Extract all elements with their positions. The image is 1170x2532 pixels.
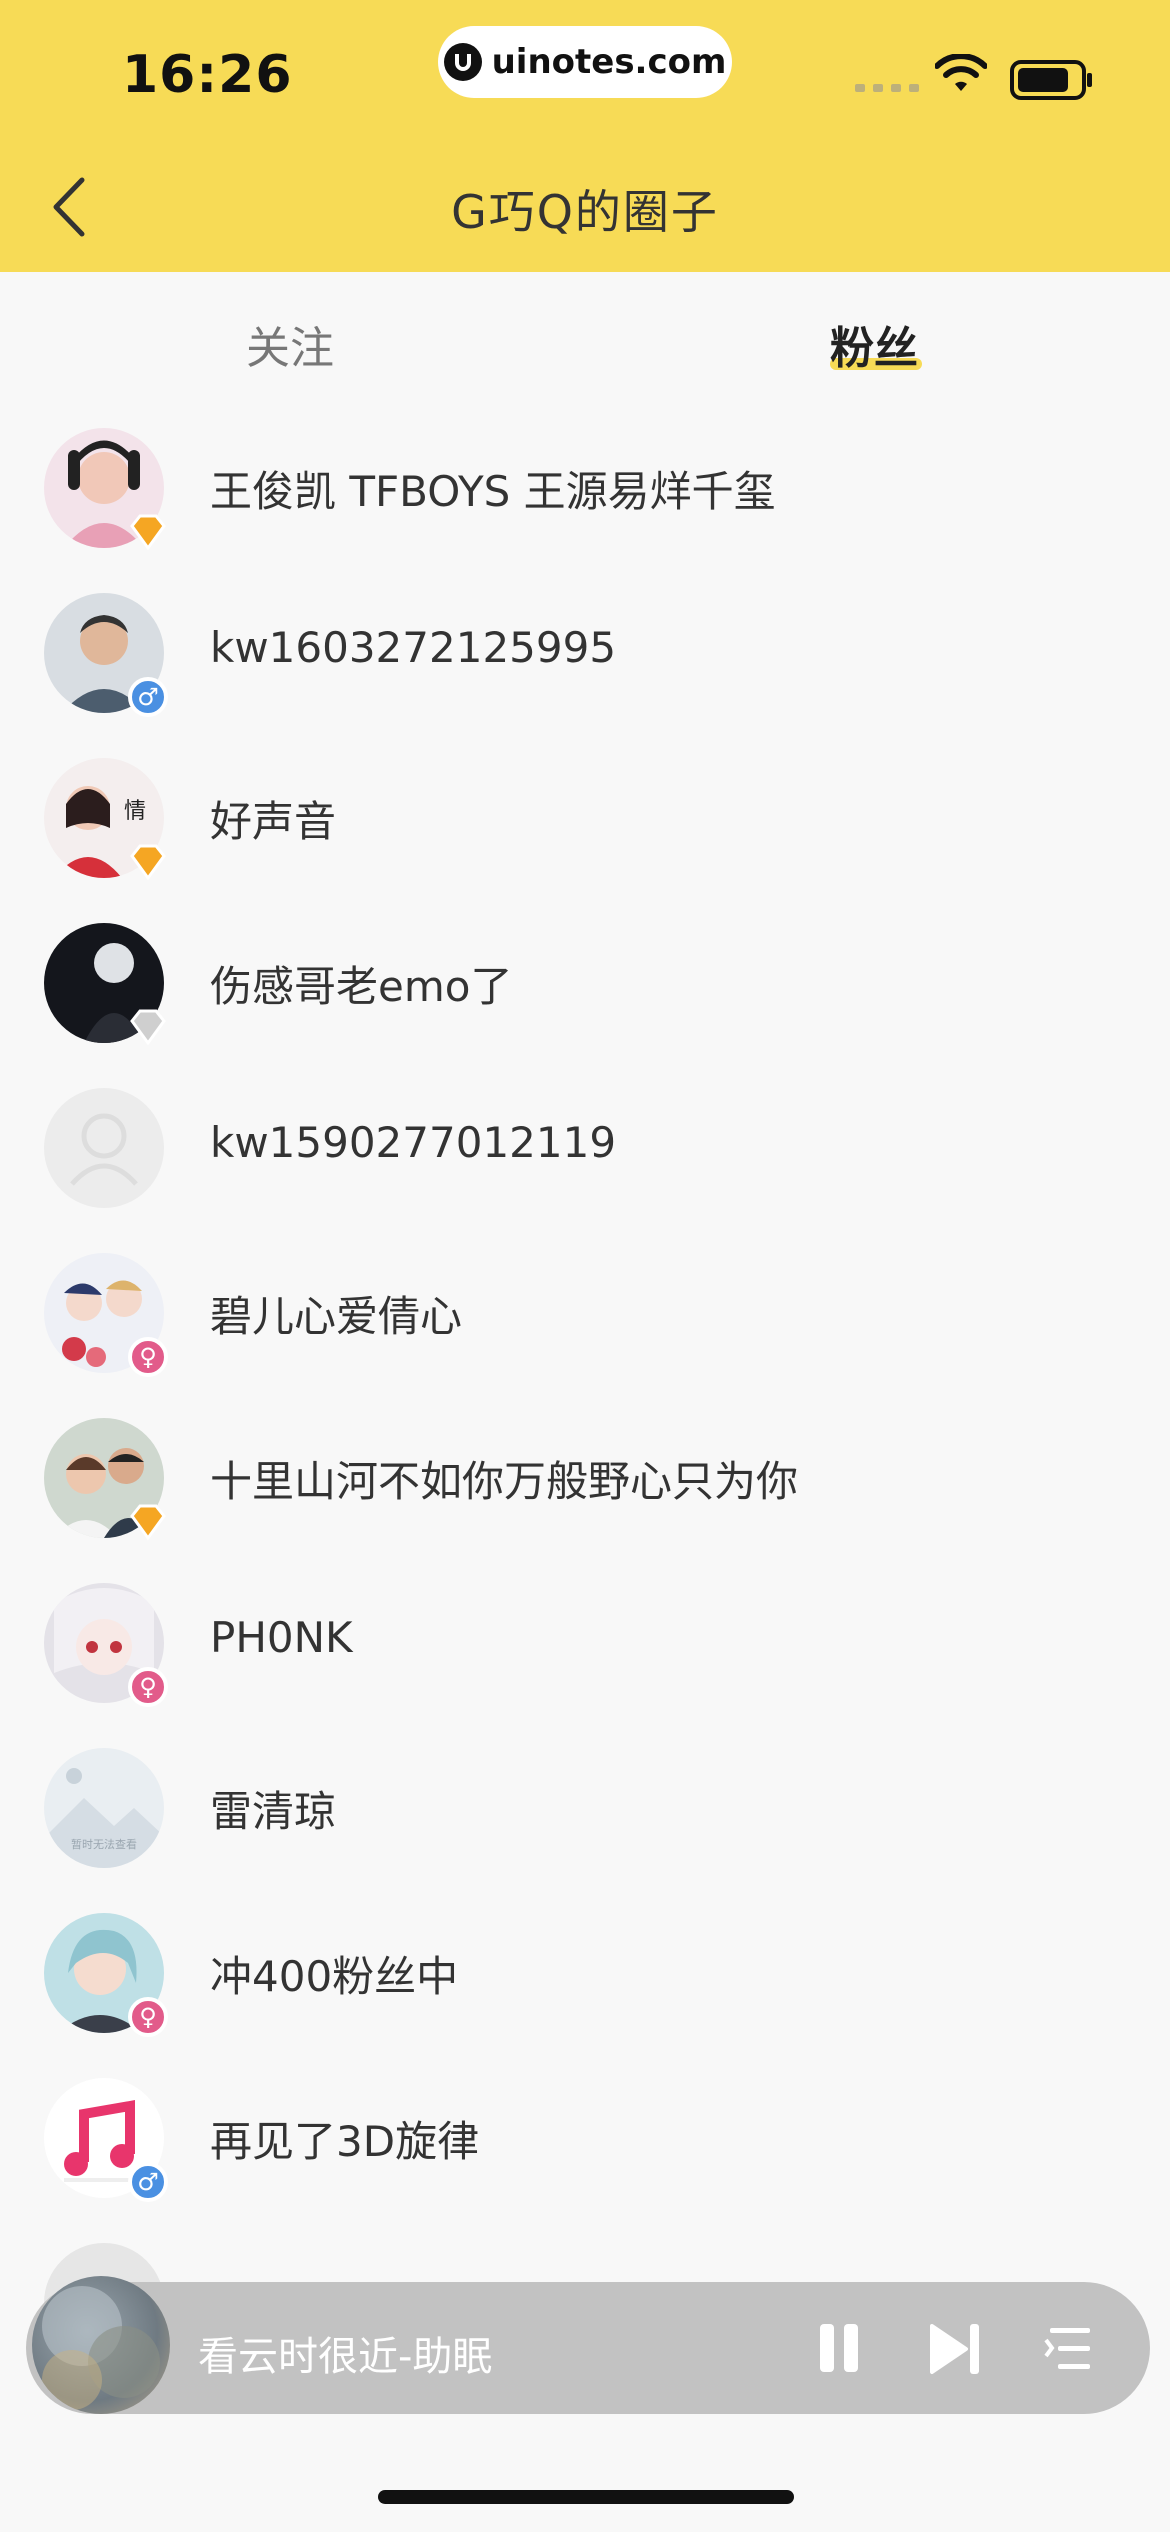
list-item[interactable]: kw1590277012119 [0, 1080, 1170, 1245]
tab-follow-label: 关注 [246, 323, 334, 374]
vip-gold-icon [128, 1502, 168, 1542]
vip-gold-icon [128, 512, 168, 552]
fan-name: kw1590277012119 [210, 1118, 617, 1167]
url-pill[interactable]: uinotes.com [438, 26, 732, 98]
fan-name: 碧儿心爱倩心 [210, 1292, 463, 1341]
fan-name: 十里山河不如你万般野心只为你 [210, 1457, 799, 1506]
fan-name: 再见了3D旋律 [210, 2117, 480, 2166]
wifi-icon [935, 54, 987, 91]
vip-gold-icon [128, 842, 168, 882]
fan-name: kw1603272125995 [210, 623, 617, 672]
list-item[interactable]: ♀ 碧儿心爱倩心 [0, 1245, 1170, 1410]
list-item[interactable]: ♂ kw1603272125995 [0, 585, 1170, 750]
uinotes-logo-icon [443, 43, 482, 81]
header: 16:26 uinotes.com G巧Q的圈子 [0, 0, 1170, 272]
default-avatar-icon[interactable] [44, 1088, 164, 1208]
svg-text:情: 情 [124, 799, 146, 824]
mini-player[interactable]: 看云时很近-助眠 [26, 2276, 1150, 2414]
url-text: uinotes.com [491, 42, 727, 82]
female-gender-icon: ♀ [128, 1337, 168, 1377]
vip-silver-icon [128, 1007, 168, 1047]
male-gender-icon: ♂ [128, 677, 168, 717]
fan-name: PH0NK [210, 1613, 353, 1662]
player-track-title: 看云时很近-助眠 [198, 2334, 493, 2380]
list-item[interactable]: 情 好声音 [0, 750, 1170, 915]
male-gender-icon: ♂ [128, 2162, 168, 2202]
fan-name: 好声音 [210, 797, 337, 846]
list-item[interactable]: ♀ PH0NK [0, 1575, 1170, 1740]
avatar-unavailable-text: 暂时无法查看 [71, 1837, 137, 1851]
player-cover-art[interactable] [32, 2276, 170, 2414]
fan-name: 伤感哥老emo了 [210, 962, 513, 1011]
list-item[interactable]: 王俊凯 TFBOYS 王源易烊千玺 [0, 420, 1170, 585]
pause-icon[interactable] [812, 2320, 868, 2376]
tab-follow[interactable]: 关注 [246, 312, 334, 376]
tab-fans-label: 粉丝 [830, 323, 918, 374]
list-item[interactable]: 伤感哥老emo了 [0, 915, 1170, 1080]
female-gender-icon: ♀ [128, 1997, 168, 2037]
playlist-icon[interactable] [1044, 2324, 1094, 2374]
battery-icon [1010, 60, 1092, 100]
next-track-icon[interactable] [928, 2322, 984, 2376]
home-indicator [378, 2490, 794, 2504]
female-gender-icon: ♀ [128, 1667, 168, 1707]
signal-icon [855, 84, 919, 92]
page-title: G巧Q的圈子 [451, 185, 719, 239]
list-item[interactable]: 暂时无法查看 雷清琼 [0, 1740, 1170, 1905]
avatar-unavailable[interactable]: 暂时无法查看 [44, 1748, 164, 1868]
tab-fans[interactable]: 粉丝 [830, 312, 918, 376]
fan-name: 冲400粉丝中 [210, 1952, 459, 2001]
fan-name: 雷清琼 [210, 1787, 337, 1836]
list-item[interactable]: 十里山河不如你万般野心只为你 [0, 1410, 1170, 1575]
tab-bar: 关注 粉丝 [0, 272, 1170, 392]
list-item[interactable]: ♀ 冲400粉丝中 [0, 1905, 1170, 2070]
status-icons [850, 52, 1100, 102]
status-time: 16:26 [122, 45, 293, 105]
list-item[interactable]: ♂ 再见了3D旋律 [0, 2070, 1170, 2235]
fan-name: 王俊凯 TFBOYS 王源易烊千玺 [210, 467, 776, 516]
